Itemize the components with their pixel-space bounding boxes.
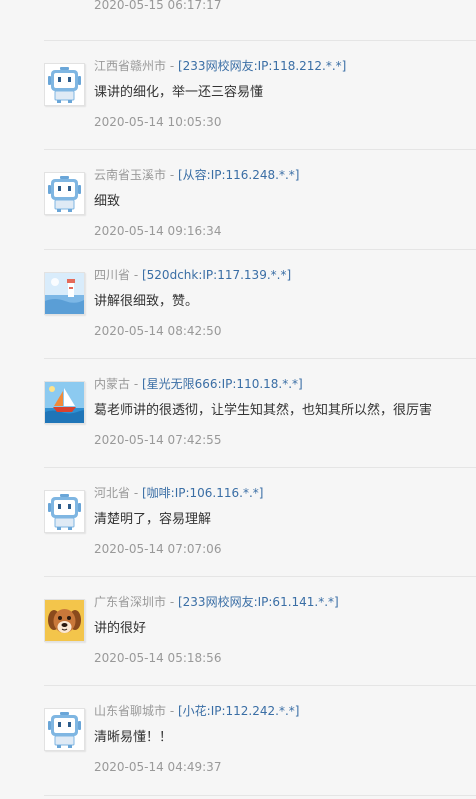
comment-list: 2020-05-15 06:17:17 江西省赣州市 - [233网校网友:IP… (0, 0, 476, 799)
robot-avatar-icon[interactable] (44, 490, 85, 533)
comment-item: 广东省深圳市 - [233网校网友:IP:61.141.*.*] 讲的很好 20… (44, 576, 476, 685)
sailboat-avatar-icon[interactable] (44, 381, 85, 424)
comment-user[interactable]: [520dchk:IP:117.139.*.*] (142, 268, 291, 282)
comment-user[interactable]: [小花:IP:112.242.*.*] (178, 704, 299, 718)
comment-user[interactable]: [咖啡:IP:106.116.*.*] (142, 486, 263, 500)
comment-meta: 广东省深圳市 - [233网校网友:IP:61.141.*.*] (94, 593, 339, 611)
comment-item: 江西省赣州市 - [233网校网友:IP:118.212.*.*] 课讲的细化，… (44, 40, 476, 149)
comment-time: 2020-05-14 07:07:06 (94, 542, 222, 556)
meta-separator: - (130, 268, 142, 282)
comment-meta: 山东省聊城市 - [小花:IP:112.242.*.*] (94, 702, 299, 720)
comment-location: 广东省深圳市 (94, 595, 167, 609)
comment-meta: 内蒙古 - [星光无限666:IP:110.18.*.*] (94, 375, 303, 393)
dog-avatar-icon[interactable] (44, 599, 85, 642)
comment-time: 2020-05-14 09:16:34 (94, 224, 222, 238)
lighthouse-avatar-icon[interactable] (44, 272, 85, 315)
comment-text: 讲的很好 (94, 621, 147, 636)
comment-item: 内蒙古 - [星光无限666:IP:110.18.*.*] 葛老师讲的很透彻，让… (44, 358, 476, 467)
robot-avatar-icon[interactable] (44, 708, 85, 751)
comment-location: 云南省玉溪市 (94, 168, 167, 182)
comment-time: 2020-05-14 10:05:30 (94, 115, 222, 129)
comment-time: 2020-05-15 06:17:17 (94, 0, 222, 12)
meta-separator: - (130, 486, 142, 500)
comment-user[interactable]: [233网校网友:IP:118.212.*.*] (178, 59, 346, 73)
comment-meta: 云南省玉溪市 - [从容:IP:116.248.*.*] (94, 166, 299, 184)
comment-location: 四川省 (94, 268, 131, 282)
comment-text: 葛老师讲的很透彻，让学生知其然，也知其所以然，很厉害 (94, 403, 433, 418)
comment-time: 2020-05-14 04:49:37 (94, 760, 222, 774)
meta-separator: - (166, 704, 178, 718)
comment-text: 细致 (94, 194, 121, 209)
meta-separator: - (166, 59, 178, 73)
comment-user[interactable]: [233网校网友:IP:61.141.*.*] (178, 595, 339, 609)
comment-item: 云南省玉溪市 - [从容:IP:116.248.*.*] 细致 2020-05-… (44, 149, 476, 258)
comment-time: 2020-05-14 08:42:50 (94, 324, 222, 338)
robot-avatar-icon[interactable] (44, 63, 85, 106)
comment-location: 内蒙古 (94, 377, 131, 391)
comment-location: 江西省赣州市 (94, 59, 167, 73)
comment-user[interactable]: [星光无限666:IP:110.18.*.*] (142, 377, 303, 391)
comment-text: 清晰易懂！！ (94, 730, 173, 745)
comment-text: 清楚明了，容易理解 (94, 512, 212, 527)
comment-time: 2020-05-14 07:42:55 (94, 433, 222, 447)
comment-user[interactable]: [从容:IP:116.248.*.*] (178, 168, 299, 182)
list-divider (44, 795, 476, 796)
meta-separator: - (166, 168, 178, 182)
meta-separator: - (130, 377, 142, 391)
comment-location: 河北省 (94, 486, 131, 500)
comment-meta: 江西省赣州市 - [233网校网友:IP:118.212.*.*] (94, 57, 346, 75)
comment-meta: 四川省 - [520dchk:IP:117.139.*.*] (94, 266, 291, 284)
meta-separator: - (166, 595, 178, 609)
comment-text: 课讲的细化，举一还三容易懂 (94, 85, 264, 100)
comment-text: 讲解很细致，赞。 (94, 294, 199, 309)
comment-location: 山东省聊城市 (94, 704, 167, 718)
comment-item: 四川省 - [520dchk:IP:117.139.*.*] 讲解很细致，赞。 … (44, 249, 476, 358)
comment-item: 河北省 - [咖啡:IP:106.116.*.*] 清楚明了，容易理解 2020… (44, 467, 476, 576)
comment-meta: 河北省 - [咖啡:IP:106.116.*.*] (94, 484, 263, 502)
comment-item: 山东省聊城市 - [小花:IP:112.242.*.*] 清晰易懂！！ 2020… (44, 685, 476, 794)
robot-avatar-icon[interactable] (44, 172, 85, 215)
comment-time: 2020-05-14 05:18:56 (94, 651, 222, 665)
